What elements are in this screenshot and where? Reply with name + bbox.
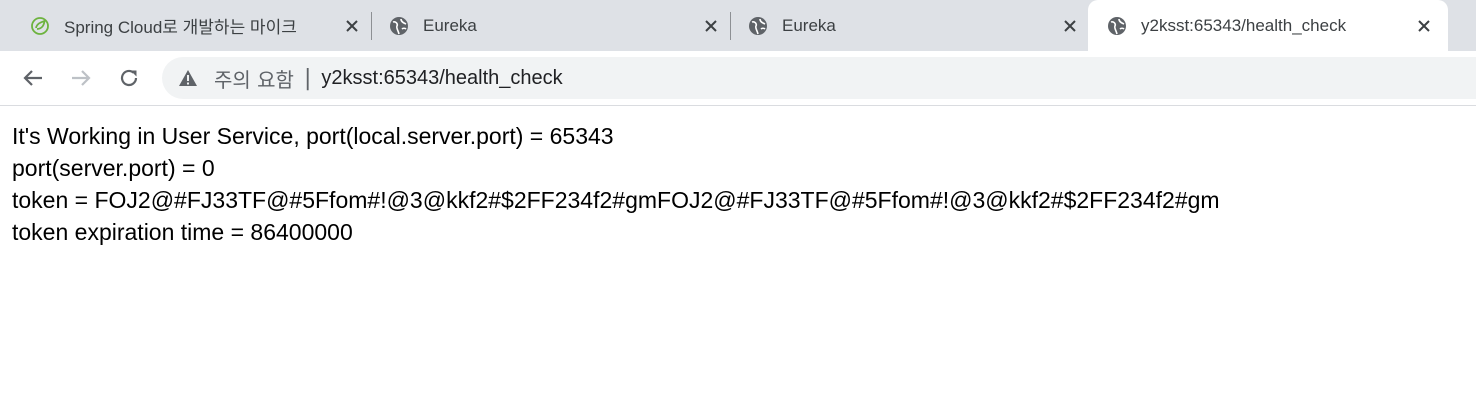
tab-title: Eureka — [423, 15, 477, 35]
token-line: token = FOJ2@#FJ33TF@#5Ffom#!@3@kkf2#$2F… — [12, 187, 1220, 213]
warning-icon[interactable] — [178, 67, 200, 89]
tab-eureka-2[interactable]: Eureka — [748, 0, 1080, 51]
spring-icon — [30, 16, 50, 36]
reload-button[interactable] — [111, 51, 147, 105]
close-icon[interactable] — [701, 16, 721, 36]
server-port-line: port(server.port) = 0 — [12, 155, 215, 181]
back-arrow-icon — [23, 70, 42, 86]
status-line: It's Working in User Service, port(local… — [12, 123, 614, 149]
tab-title: y2ksst:65343/health_check — [1141, 15, 1347, 35]
globe-icon — [389, 16, 409, 36]
tab-divider — [371, 12, 372, 40]
token-expiration-line: token expiration time = 86400000 — [12, 219, 353, 245]
tab-divider — [730, 12, 731, 40]
url-separator: | — [303, 65, 312, 91]
tab-health-check[interactable]: y2ksst:65343/health_check — [1088, 0, 1448, 51]
tab-eureka-1[interactable]: Eureka — [389, 0, 721, 51]
reload-icon — [120, 69, 138, 87]
globe-icon — [1107, 16, 1127, 36]
security-label[interactable]: 주의 요함 — [214, 64, 294, 93]
close-icon[interactable] — [1060, 16, 1080, 36]
page-content: It's Working in User Service, port(local… — [12, 120, 1220, 248]
tab-strip: Spring Cloud로 개발하는 마이크 Eureka Eureka y2k… — [0, 0, 1476, 51]
forward-arrow-icon — [72, 70, 91, 86]
tab-title: Eureka — [782, 15, 836, 35]
forward-button[interactable] — [63, 51, 99, 105]
tab-title: Spring Cloud로 개발하는 마이크 — [64, 18, 297, 37]
address-bar[interactable]: 주의 요함 | y2ksst:65343/health_check — [162, 57, 1476, 99]
close-icon[interactable] — [1414, 16, 1434, 36]
back-button[interactable] — [15, 51, 51, 105]
url-text[interactable]: y2ksst:65343/health_check — [321, 67, 562, 90]
globe-icon — [748, 16, 768, 36]
close-icon[interactable] — [342, 16, 362, 36]
tab-spring-cloud[interactable]: Spring Cloud로 개발하는 마이크 — [30, 0, 362, 51]
